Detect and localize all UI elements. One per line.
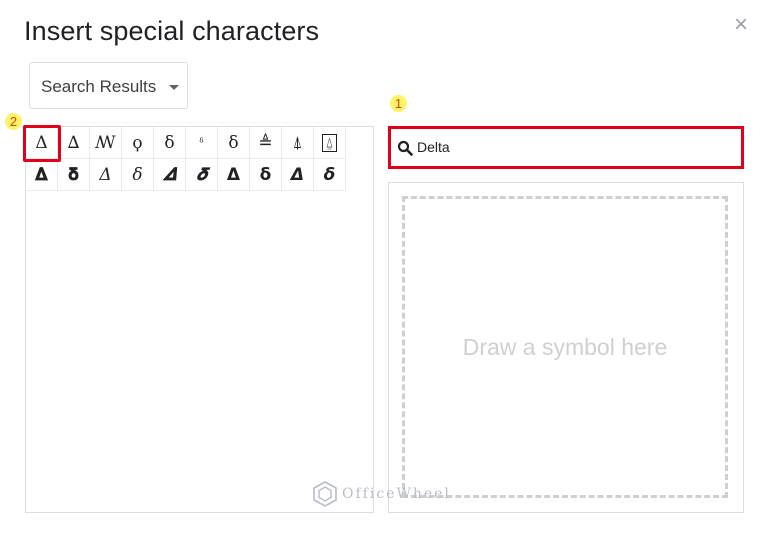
character-cell[interactable]: 𝝳 bbox=[250, 159, 282, 191]
character-cell[interactable]: 𝜟 bbox=[154, 159, 186, 191]
character-cell[interactable]: δ bbox=[154, 127, 186, 159]
character-cell[interactable]: ⍋ bbox=[282, 127, 314, 159]
watermark: OfficeWheel bbox=[312, 481, 451, 507]
character-cell[interactable]: 𝛥 bbox=[90, 159, 122, 191]
chevron-down-icon bbox=[169, 85, 179, 90]
character-cell[interactable]: 𝞭 bbox=[314, 159, 346, 191]
character-cell[interactable]: Δ bbox=[26, 127, 58, 159]
character-cell[interactable]: 𝞓 bbox=[282, 159, 314, 191]
character-cell[interactable]: ẟ bbox=[218, 127, 250, 159]
character-grid: Δ ∆ ꟿ ϙ δ ᵟ ẟ ≜ ⍋ ⍙ 𝚫𝛅 𝛥𝛿 𝜟𝜹 𝝙𝝳 𝞓𝞭 bbox=[26, 127, 346, 191]
character-cell[interactable]: ᵟ bbox=[186, 127, 218, 159]
character-cell[interactable]: 𝛿 bbox=[122, 159, 154, 191]
character-cell[interactable]: 𝚫 bbox=[26, 159, 58, 191]
character-cell[interactable]: ꟿ bbox=[90, 127, 122, 159]
search-input[interactable] bbox=[417, 137, 717, 157]
category-dropdown-label: Search Results bbox=[41, 77, 157, 96]
draw-area[interactable]: Draw a symbol here bbox=[402, 196, 728, 498]
watermark-logo-icon bbox=[313, 481, 337, 507]
search-icon bbox=[397, 140, 413, 156]
character-cell[interactable]: ⍙ bbox=[314, 127, 346, 159]
step-badge-1: 1 bbox=[390, 95, 407, 112]
close-icon[interactable]: × bbox=[731, 13, 751, 37]
character-cell[interactable]: 𝛅 bbox=[58, 159, 90, 191]
watermark-text: OfficeWheel bbox=[342, 486, 451, 502]
dialog-title: Insert special characters bbox=[24, 16, 320, 46]
character-results-panel: Δ ∆ ꟿ ϙ δ ᵟ ẟ ≜ ⍋ ⍙ 𝚫𝛅 𝛥𝛿 𝜟𝜹 𝝙𝝳 𝞓𝞭 bbox=[25, 126, 374, 513]
character-cell[interactable]: 𝝙 bbox=[218, 159, 250, 191]
character-cell[interactable]: ϙ bbox=[122, 127, 154, 159]
character-cell[interactable]: ∆ bbox=[58, 127, 90, 159]
insert-special-characters-dialog: Insert special characters × Search Resul… bbox=[0, 0, 768, 535]
character-cell[interactable]: ≜ bbox=[250, 127, 282, 159]
step-badge-2: 2 bbox=[5, 113, 22, 130]
draw-panel: Draw a symbol here bbox=[388, 182, 744, 513]
draw-hint: Draw a symbol here bbox=[462, 334, 668, 360]
character-glyph: ⍙ bbox=[322, 133, 337, 152]
character-cell[interactable]: 𝜹 bbox=[186, 159, 218, 191]
category-dropdown[interactable]: Search Results bbox=[29, 62, 188, 109]
search-box[interactable] bbox=[388, 126, 744, 169]
